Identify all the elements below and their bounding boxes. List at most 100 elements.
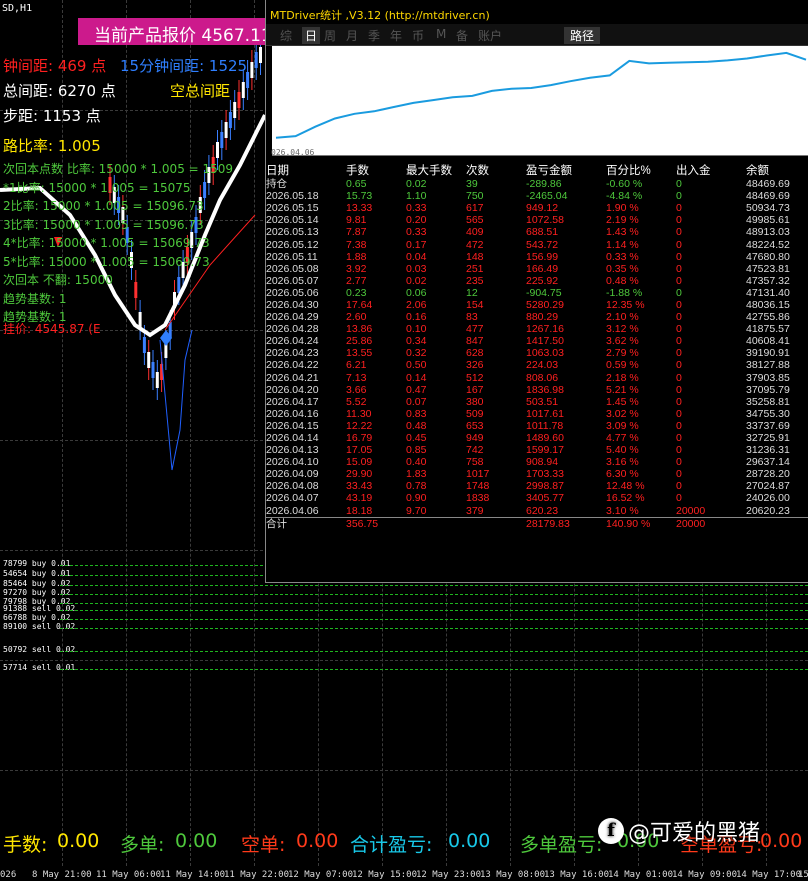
table-cell: 0.34 xyxy=(406,335,427,348)
table-cell: 0 xyxy=(676,335,682,348)
ratio-label: 路比率: 1.005 xyxy=(3,137,101,155)
platform-logo-icon: f xyxy=(598,818,624,844)
watermark: f @可爱的黑猪 xyxy=(598,815,760,847)
tab-period-9[interactable]: 账户 xyxy=(478,27,502,44)
table-row: 2026.04.24 25.86 0.34 847 1417.50 3.62 % 0 4060… xyxy=(266,335,808,347)
order-label: 97270 buy 0.02 xyxy=(3,588,71,597)
table-cell: 7.38 xyxy=(346,238,367,251)
tab-period-0[interactable]: 综 xyxy=(280,27,292,44)
table-cell: 1011.78 xyxy=(526,419,564,432)
table-cell: 1748 xyxy=(466,480,490,493)
table-cell: 2026.05.11 xyxy=(266,250,318,263)
table-cell: 0.06 xyxy=(406,286,427,299)
table-row: 2026.04.30 17.64 2.06 154 5280.29 12.35 % 0 480… xyxy=(266,299,808,311)
table-cell: 3.02 % xyxy=(606,407,639,420)
order-label: 91388 sell 0.02 xyxy=(3,604,76,613)
table-cell: 617 xyxy=(466,202,484,215)
table-cell: 0.33 xyxy=(406,202,427,215)
table-cell: 33737.69 xyxy=(746,419,790,432)
mtdriver-stats-panel[interactable]: MTDriver统计 ,V3.12 (http://mtdriver.cn) 路… xyxy=(265,0,808,583)
table-cell: 2026.04.09 xyxy=(266,468,319,481)
tab-period-4[interactable]: 季 xyxy=(368,27,380,44)
time-tick-label: 15 xyxy=(798,870,808,880)
table-cell: -0.60 % xyxy=(606,178,643,191)
equity-curve xyxy=(275,51,807,139)
table-cell: 1.43 % xyxy=(606,226,639,239)
table-cell: 2.19 % xyxy=(606,214,639,227)
sell-pl-value: 0.00 xyxy=(760,830,803,852)
table-cell: 3.92 xyxy=(346,262,367,275)
table-row: 2026.05.08 3.92 0.03 251 166.49 0.35 % 0 47523.… xyxy=(266,263,808,275)
table-cell: 156.99 xyxy=(526,250,559,263)
table-cell: 11.30 xyxy=(346,407,372,420)
table-row: 2026.05.15 13.33 0.33 617 949.12 1.90 % 0 50934… xyxy=(266,202,808,214)
candle-body xyxy=(147,352,151,368)
table-cell: 2026.04.15 xyxy=(266,419,319,432)
tab-period-8[interactable]: 备 xyxy=(456,27,468,44)
ratio-line: 5*比率: 15000 * 1.005 = 15069.73 xyxy=(3,254,210,269)
table-cell: 148 xyxy=(466,250,484,263)
table-cell: 0.48 % xyxy=(606,274,639,287)
table-cell: 48469.69 xyxy=(746,178,790,191)
tab-period-7[interactable]: M xyxy=(436,27,446,41)
table-cell: 1838 xyxy=(466,492,490,505)
table-cell: 25.86 xyxy=(346,335,373,348)
table-cell: 3.66 xyxy=(346,383,367,396)
order-label: 66788 buy 0.02 xyxy=(3,613,71,622)
table-cell: 0.03 xyxy=(406,262,427,275)
table-cell: 1072.58 xyxy=(526,214,564,227)
table-cell: 2026.04.30 xyxy=(266,298,319,311)
time-tick-label: 13 May 08:00 xyxy=(480,870,546,880)
table-cell: 13.55 xyxy=(346,347,373,360)
table-cell: 0.02 xyxy=(406,178,427,191)
tab-period-5[interactable]: 年 xyxy=(390,27,402,44)
table-cell: 6.21 xyxy=(346,359,367,372)
table-cell: 0.59 % xyxy=(606,359,639,372)
table-cell: 1.90 % xyxy=(606,202,639,215)
table-cell: 565 xyxy=(466,214,484,227)
table-cell: 2026.05.18 xyxy=(266,190,319,203)
table-cell: 512 xyxy=(466,371,484,384)
table-row: 2026.04.06 18.18 9.70 379 620.23 3.10 % 20000 2… xyxy=(266,505,808,518)
table-cell: 43.19 xyxy=(346,492,373,505)
table-cell: 2.77 xyxy=(346,274,367,287)
order-label: 50792 sell 0.02 xyxy=(3,645,76,654)
time-tick-label: 11 May 14:00 xyxy=(160,870,226,880)
table-row: 2026.04.29 2.60 0.16 83 880.29 2.10 % 0 42755.8… xyxy=(266,311,808,323)
table-cell: 0 xyxy=(676,262,682,275)
table-cell: -1.88 % xyxy=(606,286,643,299)
table-cell: 2.60 xyxy=(346,311,367,324)
table-cell: 6.30 % xyxy=(606,468,639,481)
table-cell: 持仓 xyxy=(266,178,287,191)
panel-title: MTDriver统计 ,V3.12 (http://mtdriver.cn) xyxy=(266,0,808,24)
table-cell: 12.48 % xyxy=(606,480,645,493)
period-tabs: 路径 综日周月季年币 M 备账户 xyxy=(266,24,808,46)
time-tick-label: 12 May 15:00 xyxy=(352,870,418,880)
table-cell: 15.09 xyxy=(346,456,373,469)
table-row: 2026.05.14 9.81 0.20 565 1072.58 2.19 % 0 49985… xyxy=(266,214,808,226)
table-cell: 0.02 xyxy=(406,274,427,287)
candle-body xyxy=(224,122,228,138)
table-cell: 1.45 % xyxy=(606,395,639,408)
candle-body xyxy=(254,52,258,68)
table-cell: 2026.05.12 xyxy=(266,238,319,251)
tab-period-2[interactable]: 周 xyxy=(324,27,336,44)
table-cell: 0 xyxy=(676,480,682,493)
table-cell: 0 xyxy=(676,214,682,227)
candle-body xyxy=(134,282,138,298)
table-cell: 3.09 % xyxy=(606,419,639,432)
table-cell: -2465.04 xyxy=(526,190,568,203)
table-cell: 16.79 xyxy=(346,432,373,445)
table-cell: 2026.04.23 xyxy=(266,347,319,360)
order-level-line xyxy=(60,603,808,604)
table-cell: 1063.03 xyxy=(526,347,564,360)
table-cell: 47131.40 xyxy=(746,286,790,299)
path-button[interactable]: 路径 xyxy=(564,27,601,44)
table-cell: 18.18 xyxy=(346,504,373,517)
table-cell: 251 xyxy=(466,262,484,275)
tab-period-6[interactable]: 币 xyxy=(412,27,424,44)
table-row: 2026.05.06 0.23 0.06 12 -904.75 -1.88 % 0 47131… xyxy=(266,287,808,299)
table-cell: 29637.14 xyxy=(746,456,790,469)
tab-period-1[interactable]: 日 xyxy=(302,27,321,44)
tab-period-3[interactable]: 月 xyxy=(346,27,358,44)
